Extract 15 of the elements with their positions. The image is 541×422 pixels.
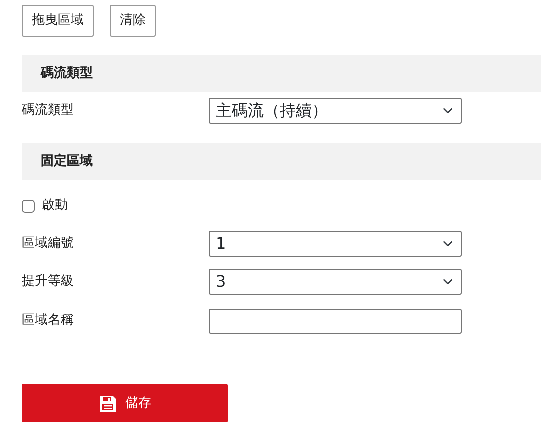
section-header: 固定區域 [22,143,541,180]
toolbar-button[interactable]: 清除 [110,5,156,37]
input-field[interactable] [209,308,462,334]
dropdown[interactable]: 3 [209,269,462,295]
field-label: 提升等級 [22,273,75,292]
field-label: 碼流類型 [22,102,75,120]
dropdown[interactable]: 主碼流（持續） [209,98,462,124]
field-label: 區域名稱 [22,312,75,330]
field-label: 區域編號 [22,235,75,254]
dropdown[interactable]: 1 [209,231,462,257]
checkbox-label: 啟動 [42,197,68,216]
section-header: 碼流類型 [22,55,541,92]
checkbox[interactable] [22,200,35,212]
toolbar-button[interactable]: 拖曳區域 [22,5,94,37]
save-button[interactable]: 儲存 [22,384,228,422]
